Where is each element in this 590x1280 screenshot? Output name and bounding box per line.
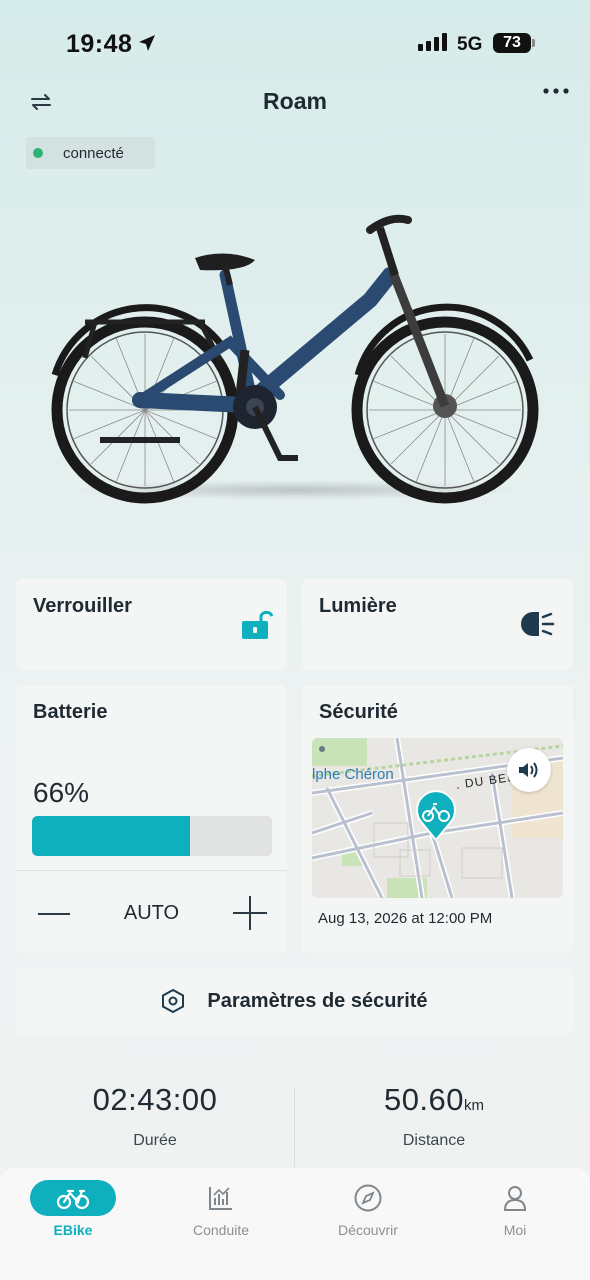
tab-conduite-pill: [178, 1180, 264, 1216]
tab-ebike[interactable]: EBike: [18, 1180, 128, 1238]
tab-ebike-label: EBike: [53, 1222, 93, 1238]
battery-level: 73: [493, 33, 531, 53]
lock-card[interactable]: Verrouiller: [16, 579, 287, 670]
status-bar: 19:48 5G 73: [0, 0, 590, 88]
last-location-timestamp: Aug 13, 2026 at 12:00 PM: [318, 910, 493, 927]
sound-alarm-button[interactable]: [507, 748, 551, 792]
distance-value: 50.60: [383, 1082, 465, 1117]
assist-increase-button[interactable]: [233, 896, 267, 930]
map-street-label: lphe Chéron: [312, 766, 394, 783]
battery-bar-fill: [32, 816, 191, 856]
duration-value: 02:43:00: [92, 1082, 218, 1117]
connection-status: connecté: [63, 144, 124, 162]
battery-divider: [16, 870, 287, 871]
connection-badge: connecté: [26, 137, 155, 169]
security-map[interactable]: lphe Chéron . DU BEL AIR: [312, 738, 563, 898]
security-card[interactable]: Sécurité lphe Chéron . DU BEL AIR Aug 13…: [302, 685, 573, 953]
hexagon-settings-icon: [162, 988, 185, 1014]
location-arrow-icon: [139, 35, 155, 51]
light-card[interactable]: Lumière: [302, 579, 573, 670]
status-time: 19:48: [66, 30, 133, 58]
connection-dot: [33, 148, 43, 158]
user-icon: [503, 1186, 527, 1211]
tab-conduite-label: Conduite: [192, 1222, 250, 1238]
bike-location-pin-icon[interactable]: [415, 790, 457, 842]
network-type: 5G: [457, 34, 483, 55]
compass-icon: [354, 1184, 382, 1212]
distance-unit: km: [464, 1097, 485, 1114]
security-settings-label: Paramètres de sécurité: [207, 989, 428, 1012]
more-options-icon[interactable]: [543, 88, 569, 94]
battery-card-title: Batterie: [33, 701, 108, 723]
tab-moi-label: Moi: [503, 1222, 527, 1238]
tab-ebike-pill: [30, 1180, 116, 1216]
security-settings-button[interactable]: Paramètres de sécurité: [16, 968, 573, 1035]
signal-icon: [418, 33, 447, 51]
bottom-tab-bar: EBike Conduite Découvrir Moi: [0, 1168, 590, 1280]
battery-percent: 66%: [33, 777, 90, 808]
light-card-title: Lumière: [319, 595, 397, 617]
bike-icon: [56, 1189, 90, 1209]
tab-conduite[interactable]: Conduite: [166, 1180, 276, 1238]
tab-decouvrir-pill: [325, 1180, 411, 1216]
battery-card: Batterie 66% AUTO: [16, 685, 287, 953]
bike-image: [51, 214, 539, 504]
tab-decouvrir[interactable]: Découvrir: [313, 1180, 423, 1238]
battery-tip: [532, 39, 535, 47]
lock-card-title: Verrouiller: [33, 595, 132, 617]
page-title: Roam: [263, 88, 327, 114]
tab-moi-pill: [472, 1180, 558, 1216]
chart-icon: [209, 1187, 232, 1210]
distance-stat: 50.60km Distance: [295, 1082, 573, 1150]
battery-bar: [32, 816, 272, 856]
distance-label: Distance: [402, 1132, 466, 1149]
headlight-icon[interactable]: [521, 611, 555, 637]
speaker-icon: [519, 762, 538, 778]
tab-moi[interactable]: Moi: [460, 1180, 570, 1238]
security-card-title: Sécurité: [319, 701, 398, 723]
unlock-icon[interactable]: [239, 607, 273, 641]
duration-label: Durée: [133, 1132, 177, 1149]
duration-stat: 02:43:00 Durée: [16, 1082, 294, 1150]
tab-decouvrir-label: Découvrir: [338, 1222, 398, 1238]
